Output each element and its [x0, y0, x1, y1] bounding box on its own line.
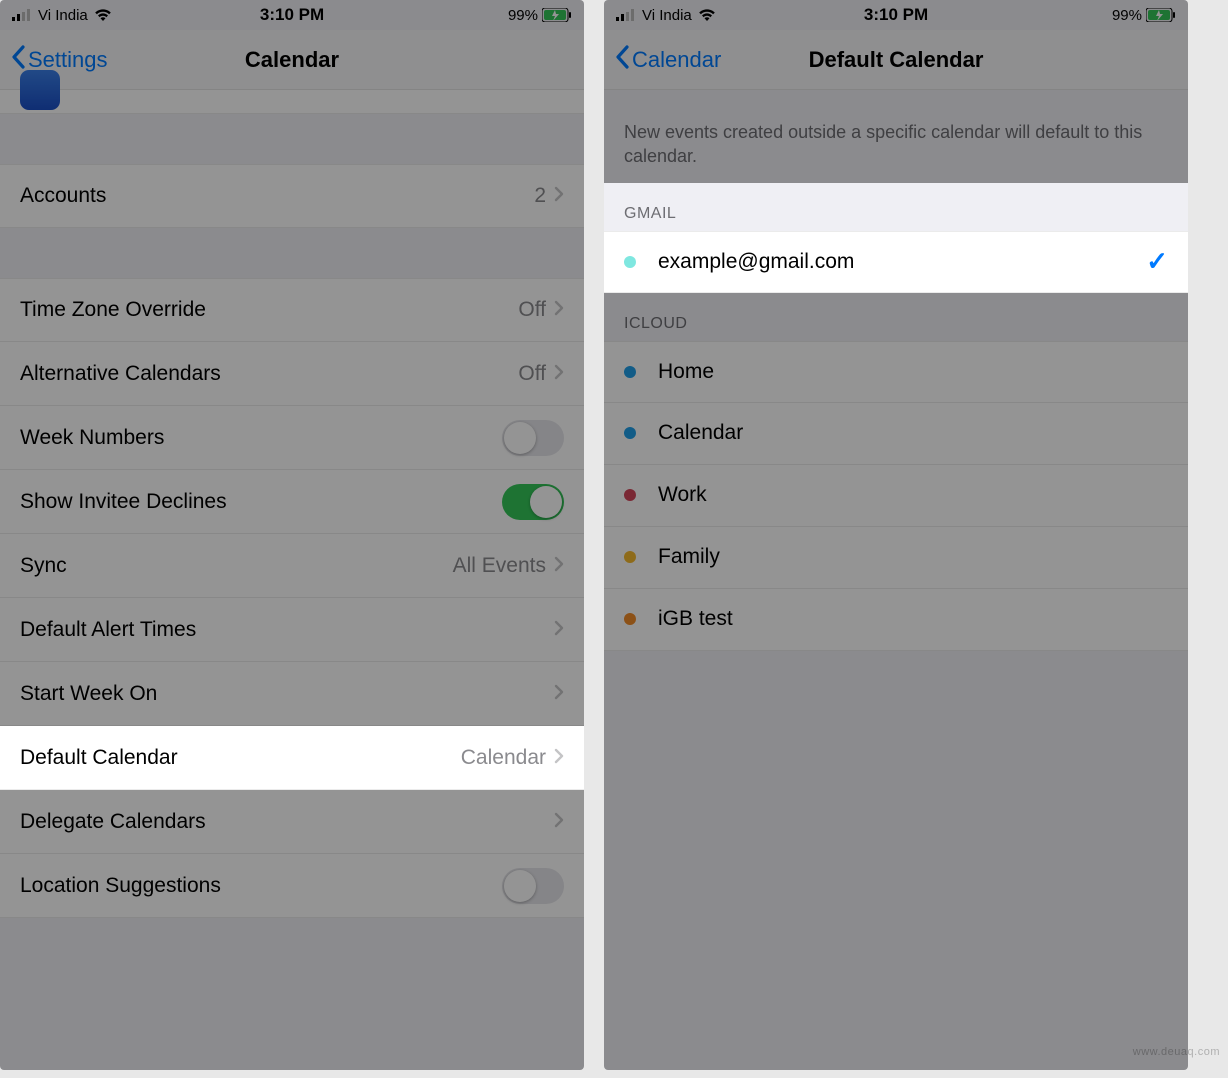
row-value: Off	[518, 362, 546, 386]
nav-header: Settings Calendar	[0, 30, 584, 90]
color-dot-icon	[624, 256, 636, 268]
row-label: Alternative Calendars	[20, 362, 518, 386]
row-label: Start Week On	[20, 682, 554, 706]
chevron-right-icon	[554, 746, 564, 770]
row-value: Off	[518, 298, 546, 322]
row-label: Delegate Calendars	[20, 810, 554, 834]
color-dot-icon	[624, 427, 636, 439]
color-dot-icon	[624, 489, 636, 501]
row-label: Week Numbers	[20, 426, 502, 450]
calendar-name: Work	[658, 483, 1168, 507]
checkmark-icon: ✓	[1146, 246, 1168, 277]
clock: 3:10 PM	[260, 5, 324, 24]
toggle-week-numbers[interactable]	[502, 420, 564, 456]
toggle-location-suggestions[interactable]	[502, 868, 564, 904]
color-dot-icon	[624, 366, 636, 378]
row-start-week-on[interactable]: Start Week On	[0, 662, 584, 726]
chevron-right-icon	[554, 362, 564, 386]
calendar-row-home[interactable]: Home	[604, 341, 1188, 403]
row-value: 2	[534, 184, 546, 208]
row-label: Show Invitee Declines	[20, 490, 502, 514]
chevron-right-icon	[554, 618, 564, 642]
icloud-calendar-list: Home Calendar Work Family iGB test	[604, 341, 1188, 651]
back-label: Settings	[28, 47, 108, 73]
row-sync[interactable]: Sync All Events	[0, 534, 584, 598]
calendar-name: Home	[658, 360, 1168, 384]
chevron-right-icon	[554, 554, 564, 578]
row-label: Sync	[20, 554, 453, 578]
section-description: New events created outside a specific ca…	[604, 90, 1188, 183]
row-location-suggestions[interactable]: Location Suggestions	[0, 854, 584, 918]
section-header-gmail: GMAIL	[604, 183, 1188, 231]
row-alternative-calendars[interactable]: Alternative Calendars Off	[0, 342, 584, 406]
back-button[interactable]: Calendar	[614, 45, 721, 75]
row-default-calendar[interactable]: Default Calendar Calendar	[0, 726, 584, 790]
calendar-name: Family	[658, 545, 1168, 569]
chevron-right-icon	[554, 184, 564, 208]
nav-header: Calendar Default Calendar	[604, 30, 1188, 90]
section-header-icloud: ICLOUD	[604, 293, 1188, 341]
calendar-app-icon	[20, 70, 60, 110]
row-accounts[interactable]: Accounts 2	[0, 164, 584, 228]
row-default-alert-times[interactable]: Default Alert Times	[0, 598, 584, 662]
status-bar: Vi India 3:10 PM 99%	[0, 0, 584, 30]
chevron-right-icon	[554, 298, 564, 322]
row-label: Default Calendar	[20, 746, 461, 770]
screen-calendar-settings: Vi India 3:10 PM 99% Settings Calendar	[0, 0, 584, 1070]
row-value: All Events	[453, 554, 546, 578]
calendar-row-calendar[interactable]: Calendar	[604, 403, 1188, 465]
color-dot-icon	[624, 551, 636, 563]
row-label: Default Alert Times	[20, 618, 554, 642]
chevron-right-icon	[554, 682, 564, 706]
color-dot-icon	[624, 613, 636, 625]
chevron-right-icon	[554, 810, 564, 834]
chevron-left-icon	[10, 45, 26, 75]
calendar-row-igb-test[interactable]: iGB test	[604, 589, 1188, 651]
chevron-left-icon	[614, 45, 630, 75]
calendar-row-family[interactable]: Family	[604, 527, 1188, 589]
calendar-row-gmail[interactable]: example@gmail.com ✓	[604, 231, 1188, 293]
row-label: Time Zone Override	[20, 298, 518, 322]
calendar-name: Calendar	[658, 421, 1168, 445]
row-show-invitee-declines[interactable]: Show Invitee Declines	[0, 470, 584, 534]
toggle-show-invitee-declines[interactable]	[502, 484, 564, 520]
row-time-zone-override[interactable]: Time Zone Override Off	[0, 278, 584, 342]
calendar-name: example@gmail.com	[658, 250, 1146, 274]
row-delegate-calendars[interactable]: Delegate Calendars	[0, 790, 584, 854]
status-bar: Vi India 3:10 PM 99%	[604, 0, 1188, 30]
screen-default-calendar: Vi India 3:10 PM 99% Calendar Default C	[604, 0, 1188, 1070]
row-label: Location Suggestions	[20, 874, 502, 898]
back-label: Calendar	[632, 47, 721, 73]
watermark: www.deuaq.com	[1133, 1046, 1220, 1058]
clock: 3:10 PM	[864, 5, 928, 24]
row-label: Accounts	[20, 184, 534, 208]
partial-row-top	[0, 90, 584, 114]
calendar-name: iGB test	[658, 607, 1168, 631]
row-week-numbers[interactable]: Week Numbers	[0, 406, 584, 470]
calendar-row-work[interactable]: Work	[604, 465, 1188, 527]
row-value: Calendar	[461, 746, 546, 770]
